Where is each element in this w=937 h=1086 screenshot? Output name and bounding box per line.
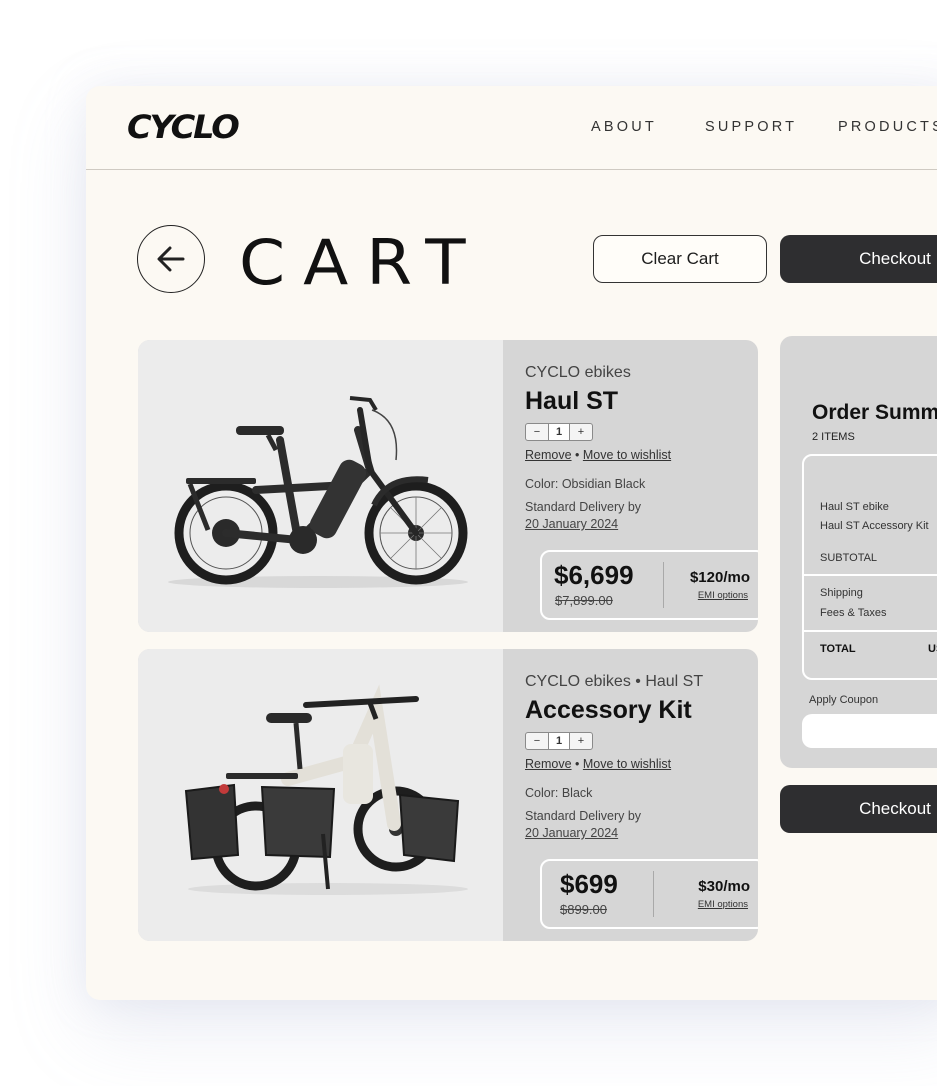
delivery-date: 20 January 2024 bbox=[525, 517, 619, 531]
back-button[interactable] bbox=[137, 225, 205, 293]
item-brand: CYCLO ebikes bbox=[525, 364, 631, 381]
app-window: CYCLO ABOUT SUPPORT PRODUCTS CART Clear … bbox=[86, 86, 937, 1000]
order-summary: Order Summary 2 ITEMS Haul ST ebike Haul… bbox=[780, 336, 937, 768]
summary-breakdown: Haul ST ebike Haul ST Accessory Kit SUBT… bbox=[802, 454, 937, 680]
delivery-date: 20 January 2024 bbox=[525, 826, 619, 840]
delivery-label: Standard Delivery by bbox=[525, 500, 642, 514]
checkout-button-top[interactable]: Checkout bbox=[780, 235, 937, 283]
move-to-wishlist-link[interactable]: Move to wishlist bbox=[583, 448, 671, 462]
color-label: Color: bbox=[525, 786, 559, 800]
price: $6,699 bbox=[554, 560, 634, 590]
nav-products[interactable]: PRODUCTS bbox=[838, 119, 937, 135]
clear-cart-button[interactable]: Clear Cart bbox=[593, 235, 767, 283]
summary-line-kit: Haul ST Accessory Kit bbox=[820, 520, 929, 532]
quantity-value[interactable]: 1 bbox=[548, 733, 570, 749]
total-value: USD bbox=[928, 643, 937, 655]
original-price: $899.00 bbox=[560, 902, 607, 917]
haul-st-image bbox=[138, 340, 503, 632]
delivery-label: Standard Delivery by bbox=[525, 809, 642, 823]
minus-icon[interactable]: − bbox=[526, 733, 548, 749]
coupon-input[interactable] bbox=[802, 714, 937, 748]
original-price: $7,899.00 bbox=[555, 593, 613, 608]
quantity-stepper[interactable]: − 1 + bbox=[525, 732, 593, 750]
color-label: Color: bbox=[525, 477, 559, 491]
fees-taxes-label: Fees & Taxes bbox=[820, 607, 887, 619]
subtotal-label: SUBTOTAL bbox=[820, 552, 878, 564]
item-name: Haul ST bbox=[525, 387, 619, 415]
nav-about[interactable]: ABOUT bbox=[591, 119, 657, 135]
price: $699 bbox=[560, 869, 618, 899]
item-name: Accessory Kit bbox=[525, 696, 692, 724]
plus-icon[interactable]: + bbox=[570, 733, 592, 749]
color-value: Black bbox=[561, 786, 593, 800]
emi-options-link[interactable]: EMI options bbox=[698, 899, 748, 910]
nav-support[interactable]: SUPPORT bbox=[705, 119, 797, 135]
plus-icon[interactable]: + bbox=[570, 424, 592, 440]
cart-item-accessory-kit: CYCLO ebikes • Haul ST Accessory Kit − 1… bbox=[138, 649, 758, 941]
item-brand: CYCLO ebikes bbox=[525, 673, 631, 690]
summary-item-count: 2 ITEMS bbox=[812, 431, 855, 443]
total-label: TOTAL bbox=[820, 643, 856, 655]
item-brand-sub: Haul ST bbox=[645, 673, 704, 690]
cargo-bike-illustration bbox=[184, 684, 468, 895]
price-box: $6,699 $7,899.00 $120/mo EMI options bbox=[540, 550, 758, 620]
shipping-label: Shipping bbox=[820, 587, 863, 599]
quantity-stepper[interactable]: − 1 + bbox=[525, 423, 593, 441]
color-value: Obsidian Black bbox=[561, 477, 646, 491]
minus-icon[interactable]: − bbox=[526, 424, 548, 440]
emi-options-link[interactable]: EMI options bbox=[698, 590, 748, 601]
remove-link[interactable]: Remove bbox=[525, 757, 572, 771]
cart-item-haul-st: CYCLO ebikes Haul ST − 1 + Remove • Move… bbox=[138, 340, 758, 632]
price-box: $699 $899.00 $30/mo EMI options bbox=[540, 859, 758, 929]
coupon-label: Apply Coupon bbox=[809, 694, 879, 706]
remove-link[interactable]: Remove bbox=[525, 448, 572, 462]
cyclo-logo[interactable]: CYCLO bbox=[127, 108, 240, 146]
move-to-wishlist-link[interactable]: Move to wishlist bbox=[583, 757, 671, 771]
checkout-button-bottom[interactable]: Checkout bbox=[780, 785, 937, 833]
ebike-illustration bbox=[168, 396, 468, 588]
summary-title: Order Summary bbox=[812, 401, 937, 424]
summary-line-ebike: Haul ST ebike bbox=[820, 501, 889, 513]
page-title: CART bbox=[239, 225, 484, 300]
quantity-value[interactable]: 1 bbox=[548, 424, 570, 440]
monthly-price: $30/mo bbox=[698, 878, 750, 895]
arrow-left-icon bbox=[157, 246, 185, 272]
monthly-price: $120/mo bbox=[689, 569, 750, 586]
accessory-kit-image bbox=[138, 649, 503, 941]
top-nav: CYCLO ABOUT SUPPORT PRODUCTS bbox=[86, 86, 937, 170]
